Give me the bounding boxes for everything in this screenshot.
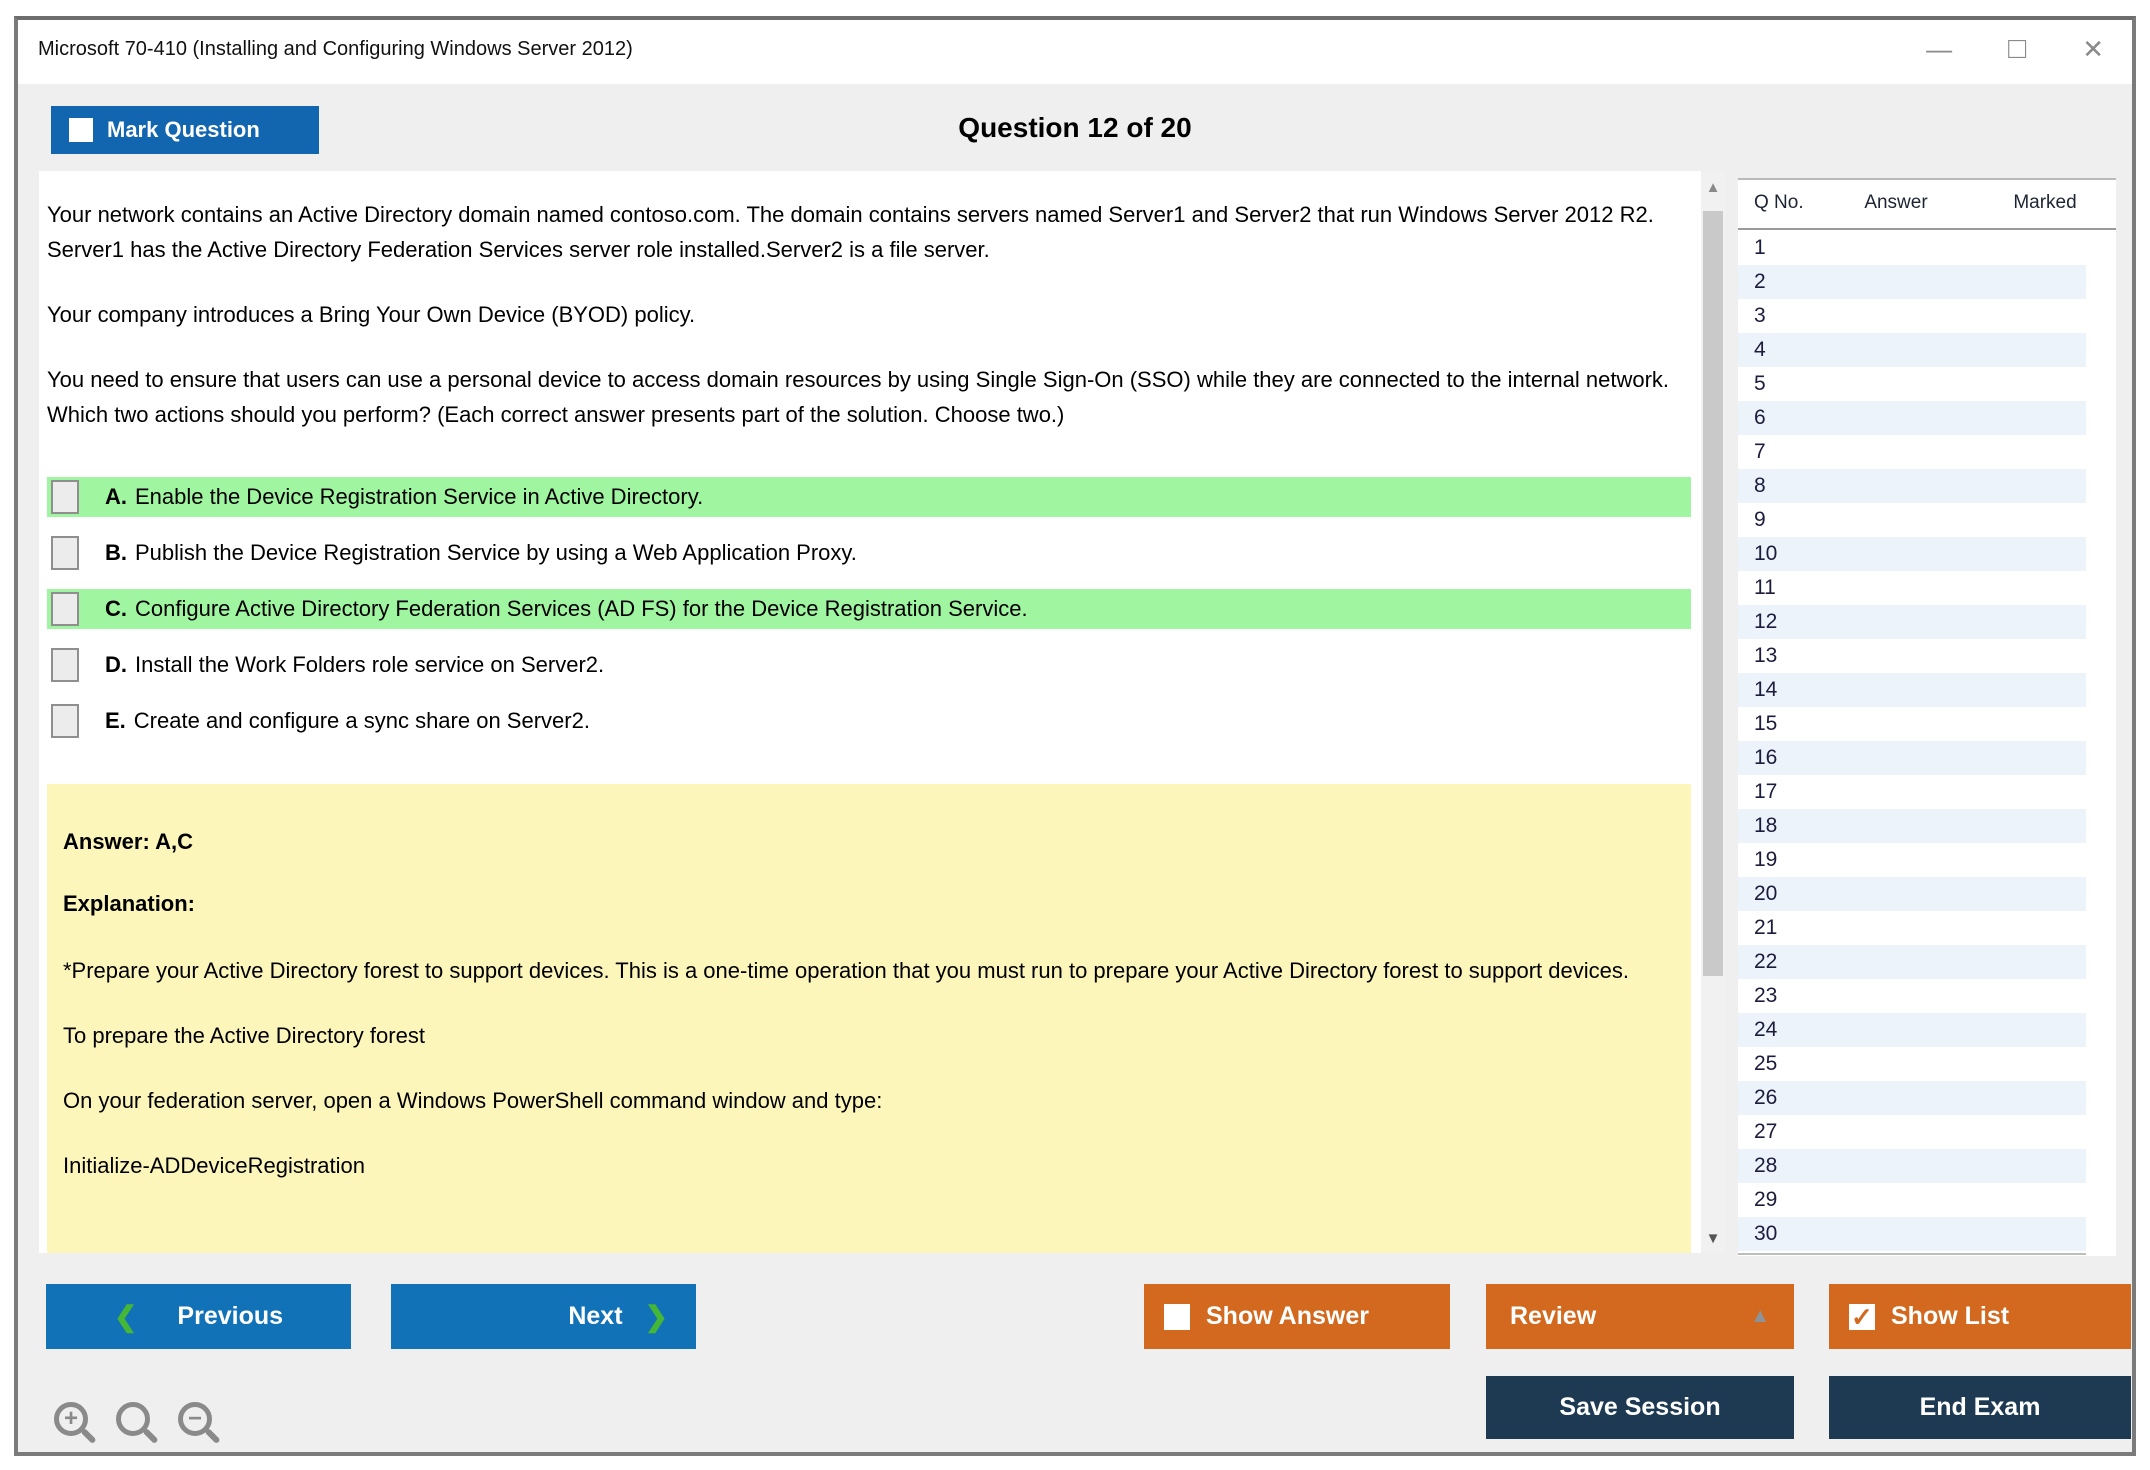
question-panel: Your network contains an Active Director… xyxy=(39,171,1701,1253)
question-list-row[interactable]: 24 xyxy=(1738,1013,2086,1047)
question-list-row[interactable]: 13 xyxy=(1738,639,2086,673)
scroll-up-icon[interactable]: ▲ xyxy=(1701,179,1725,196)
question-list: 1234567891011121314151617181920212223242… xyxy=(1738,231,2086,1255)
question-list-row[interactable]: 10 xyxy=(1738,537,2086,571)
answer-option[interactable]: C.Configure Active Directory Federation … xyxy=(47,589,1691,629)
content-scrollbar-thumb[interactable] xyxy=(1703,211,1723,976)
question-list-row[interactable]: 5 xyxy=(1738,367,2086,401)
column-answer: Answer xyxy=(1846,192,1946,214)
option-checkbox[interactable] xyxy=(51,480,79,514)
explanation-paragraph: On your federation server, open a Window… xyxy=(63,1083,1671,1118)
question-list-row[interactable]: 7 xyxy=(1738,435,2086,469)
scroll-down-icon[interactable]: ▼ xyxy=(1701,1230,1725,1247)
question-list-row[interactable]: 8 xyxy=(1738,469,2086,503)
end-exam-button[interactable]: End Exam xyxy=(1829,1376,2131,1439)
previous-label: Previous xyxy=(177,1302,283,1331)
question-paragraph: You need to ensure that users can use a … xyxy=(47,362,1691,432)
question-counter: Question 12 of 20 xyxy=(18,112,2132,144)
question-list-row[interactable]: 20 xyxy=(1738,877,2086,911)
window-title: Microsoft 70-410 (Installing and Configu… xyxy=(38,38,633,61)
question-text: Your network contains an Active Director… xyxy=(47,197,1691,432)
question-list-row[interactable]: 18 xyxy=(1738,809,2086,843)
answer-option[interactable]: D.Install the Work Folders role service … xyxy=(47,645,1691,685)
question-list-row[interactable]: 26 xyxy=(1738,1081,2086,1115)
question-list-row[interactable]: 1 xyxy=(1738,231,2086,265)
previous-button[interactable]: ❮ Previous xyxy=(46,1284,351,1349)
answer-option[interactable]: E.Create and configure a sync share on S… xyxy=(47,701,1691,741)
show-answer-button[interactable]: Show Answer xyxy=(1144,1284,1450,1349)
zoom-icon[interactable] xyxy=(116,1402,150,1436)
explanation-label: Explanation: xyxy=(63,891,1671,917)
question-list-row[interactable]: 21 xyxy=(1738,911,2086,945)
content-scrollbar[interactable]: ▲ ▼ xyxy=(1701,171,1725,1253)
zoom-out-icon[interactable]: − xyxy=(178,1402,212,1436)
question-list-row[interactable]: 22 xyxy=(1738,945,2086,979)
show-list-label: Show List xyxy=(1891,1302,2009,1331)
question-list-row[interactable]: 23 xyxy=(1738,979,2086,1013)
title-bar: Microsoft 70-410 (Installing and Configu… xyxy=(18,20,2132,84)
option-text: C.Configure Active Directory Federation … xyxy=(105,596,1028,622)
question-list-row[interactable]: 15 xyxy=(1738,707,2086,741)
answer-option[interactable]: B.Publish the Device Registration Servic… xyxy=(47,533,1691,573)
app-window: Microsoft 70-410 (Installing and Configu… xyxy=(14,16,2136,1456)
option-text: E.Create and configure a sync share on S… xyxy=(105,708,590,734)
question-list-row[interactable]: 30 xyxy=(1738,1217,2086,1251)
question-list-row[interactable]: 16 xyxy=(1738,741,2086,775)
show-answer-checkbox[interactable] xyxy=(1164,1304,1190,1330)
chevron-left-icon: ❮ xyxy=(114,1300,137,1333)
option-text: B.Publish the Device Registration Servic… xyxy=(105,540,857,566)
save-session-button[interactable]: Save Session xyxy=(1486,1376,1794,1439)
question-list-row[interactable]: 27 xyxy=(1738,1115,2086,1149)
explanation-paragraph: Initialize-ADDeviceRegistration xyxy=(63,1148,1671,1183)
option-checkbox[interactable] xyxy=(51,704,79,738)
question-list-row[interactable]: 4 xyxy=(1738,333,2086,367)
option-text: D.Install the Work Folders role service … xyxy=(105,652,604,678)
maximize-icon[interactable]: □ xyxy=(2008,32,2026,66)
question-list-row[interactable]: 11 xyxy=(1738,571,2086,605)
option-text: A.Enable the Device Registration Service… xyxy=(105,484,703,510)
question-list-header: Q No. Answer Marked xyxy=(1738,180,2116,230)
triangle-up-icon: ▲ xyxy=(1750,1305,1770,1328)
close-icon[interactable]: ✕ xyxy=(2082,32,2104,66)
next-label: Next xyxy=(568,1302,622,1331)
explanation-paragraph: To prepare the Active Directory forest xyxy=(63,1018,1671,1053)
explanation-text: *Prepare your Active Directory forest to… xyxy=(63,953,1671,1183)
next-button[interactable]: Next ❯ xyxy=(391,1284,696,1349)
answer-options: A.Enable the Device Registration Service… xyxy=(47,477,1691,741)
question-list-row[interactable]: 6 xyxy=(1738,401,2086,435)
question-paragraph: Your company introduces a Bring Your Own… xyxy=(47,297,1691,332)
question-list-row[interactable]: 28 xyxy=(1738,1149,2086,1183)
column-marked: Marked xyxy=(1990,192,2100,214)
zoom-in-icon[interactable]: + xyxy=(54,1402,88,1436)
question-list-row[interactable]: 9 xyxy=(1738,503,2086,537)
question-list-row[interactable]: 12 xyxy=(1738,605,2086,639)
option-checkbox[interactable] xyxy=(51,592,79,626)
review-label: Review xyxy=(1510,1302,1596,1331)
question-list-row[interactable]: 17 xyxy=(1738,775,2086,809)
question-paragraph: Your network contains an Active Director… xyxy=(47,197,1691,267)
answer-option[interactable]: A.Enable the Device Registration Service… xyxy=(47,477,1691,517)
column-qno: Q No. xyxy=(1754,192,1804,214)
review-button[interactable]: Review ▲ xyxy=(1486,1284,1794,1349)
show-list-checkbox[interactable] xyxy=(1849,1304,1875,1330)
question-list-row[interactable]: 2 xyxy=(1738,265,2086,299)
chevron-right-icon: ❯ xyxy=(645,1300,668,1333)
show-list-button[interactable]: Show List xyxy=(1829,1284,2131,1349)
option-checkbox[interactable] xyxy=(51,648,79,682)
zoom-toolbar: + − xyxy=(54,1402,212,1436)
show-answer-label: Show Answer xyxy=(1206,1302,1369,1331)
answer-explanation-panel: Answer: A,C Explanation: *Prepare your A… xyxy=(47,784,1691,1253)
question-list-row[interactable]: 29 xyxy=(1738,1183,2086,1217)
option-checkbox[interactable] xyxy=(51,536,79,570)
answer-label: Answer: A,C xyxy=(63,829,1671,855)
question-list-row[interactable]: 19 xyxy=(1738,843,2086,877)
explanation-paragraph: *Prepare your Active Directory forest to… xyxy=(63,953,1671,988)
question-list-row[interactable]: 25 xyxy=(1738,1047,2086,1081)
minimize-icon[interactable]: — xyxy=(1926,32,1952,66)
question-list-row[interactable]: 14 xyxy=(1738,673,2086,707)
end-exam-label: End Exam xyxy=(1920,1393,2041,1422)
question-list-panel: Q No. Answer Marked 12345678910111213141… xyxy=(1738,178,2116,1256)
question-list-row[interactable]: 3 xyxy=(1738,299,2086,333)
save-session-label: Save Session xyxy=(1559,1393,1720,1422)
